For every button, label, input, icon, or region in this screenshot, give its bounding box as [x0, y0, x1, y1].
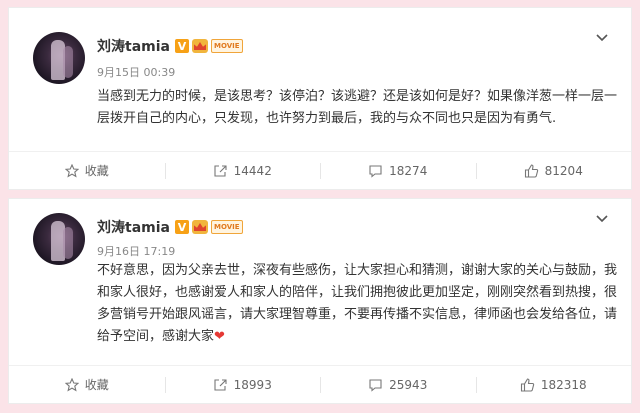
- favorite-label: 收藏: [84, 378, 109, 392]
- repost-count: 14442: [233, 163, 272, 178]
- movie-badge-icon[interactable]: MOVIE: [210, 39, 243, 53]
- v-badge-icon[interactable]: V: [174, 220, 189, 234]
- author-row: 刘涛tamia V MOVIE: [97, 218, 243, 236]
- post-timestamp[interactable]: 9月16日 17:19: [97, 243, 175, 259]
- repost-icon: [214, 378, 227, 391]
- author-row: 刘涛tamia V MOVIE: [97, 37, 243, 55]
- author-name[interactable]: 刘涛tamia: [97, 217, 170, 237]
- chevron-down-icon[interactable]: [595, 213, 609, 225]
- repost-count: 18993: [233, 377, 272, 392]
- favorite-button[interactable]: 收藏: [9, 152, 165, 189]
- crown-badge-icon[interactable]: [191, 39, 208, 53]
- v-badge-icon[interactable]: V: [174, 39, 189, 53]
- post-text: 当感到无力的时候，是该思考？该停泊？该逃避？还是该如何是好？如果像洋葱一样一层一…: [97, 89, 618, 126]
- weibo-post-card: 刘涛tamia V MOVIE 9月16日 17:19 不好意思，因为父亲去世，…: [8, 198, 632, 404]
- heart-emoji-icon: ❤: [214, 329, 225, 344]
- like-count: 182318: [540, 377, 587, 392]
- like-count: 81204: [544, 163, 583, 178]
- repost-button[interactable]: 14442: [164, 152, 321, 189]
- avatar[interactable]: [33, 213, 85, 265]
- favorite-label: 收藏: [84, 164, 109, 178]
- star-icon: [64, 377, 79, 392]
- repost-icon: [214, 164, 227, 177]
- action-bar: 收藏 18993 25943 182318: [9, 365, 631, 403]
- comment-icon: [369, 164, 382, 178]
- comment-button[interactable]: 18274: [320, 152, 476, 189]
- thumbs-up-icon: [520, 377, 535, 392]
- weibo-post-card: 刘涛tamia V MOVIE 9月15日 00:39 当感到无力的时候，是该思…: [8, 7, 632, 190]
- comment-icon: [369, 378, 382, 392]
- comment-count: 18274: [389, 163, 428, 178]
- star-icon: [64, 163, 79, 178]
- post-text-body: 不好意思，因为父亲去世，深夜有些感伤，让大家担心和猜测，谢谢大家的关心与鼓励，我…: [97, 263, 618, 344]
- author-name[interactable]: 刘涛tamia: [97, 36, 170, 56]
- chevron-down-icon[interactable]: [595, 32, 609, 44]
- avatar[interactable]: [33, 32, 85, 84]
- action-bar: 收藏 14442 18274 81204: [9, 151, 631, 189]
- like-button[interactable]: 81204: [475, 152, 632, 189]
- post-text: 不好意思，因为父亲去世，深夜有些感伤，让大家担心和猜测，谢谢大家的关心与鼓励，我…: [97, 260, 619, 348]
- comment-count: 25943: [389, 377, 428, 392]
- repost-button[interactable]: 18993: [164, 366, 321, 403]
- movie-badge-icon[interactable]: MOVIE: [210, 220, 243, 234]
- like-button[interactable]: 182318: [475, 366, 632, 403]
- favorite-button[interactable]: 收藏: [9, 366, 165, 403]
- crown-badge-icon[interactable]: [191, 220, 208, 234]
- thumbs-up-icon: [524, 163, 538, 178]
- comment-button[interactable]: 25943: [320, 366, 476, 403]
- post-timestamp[interactable]: 9月15日 00:39: [97, 64, 175, 80]
